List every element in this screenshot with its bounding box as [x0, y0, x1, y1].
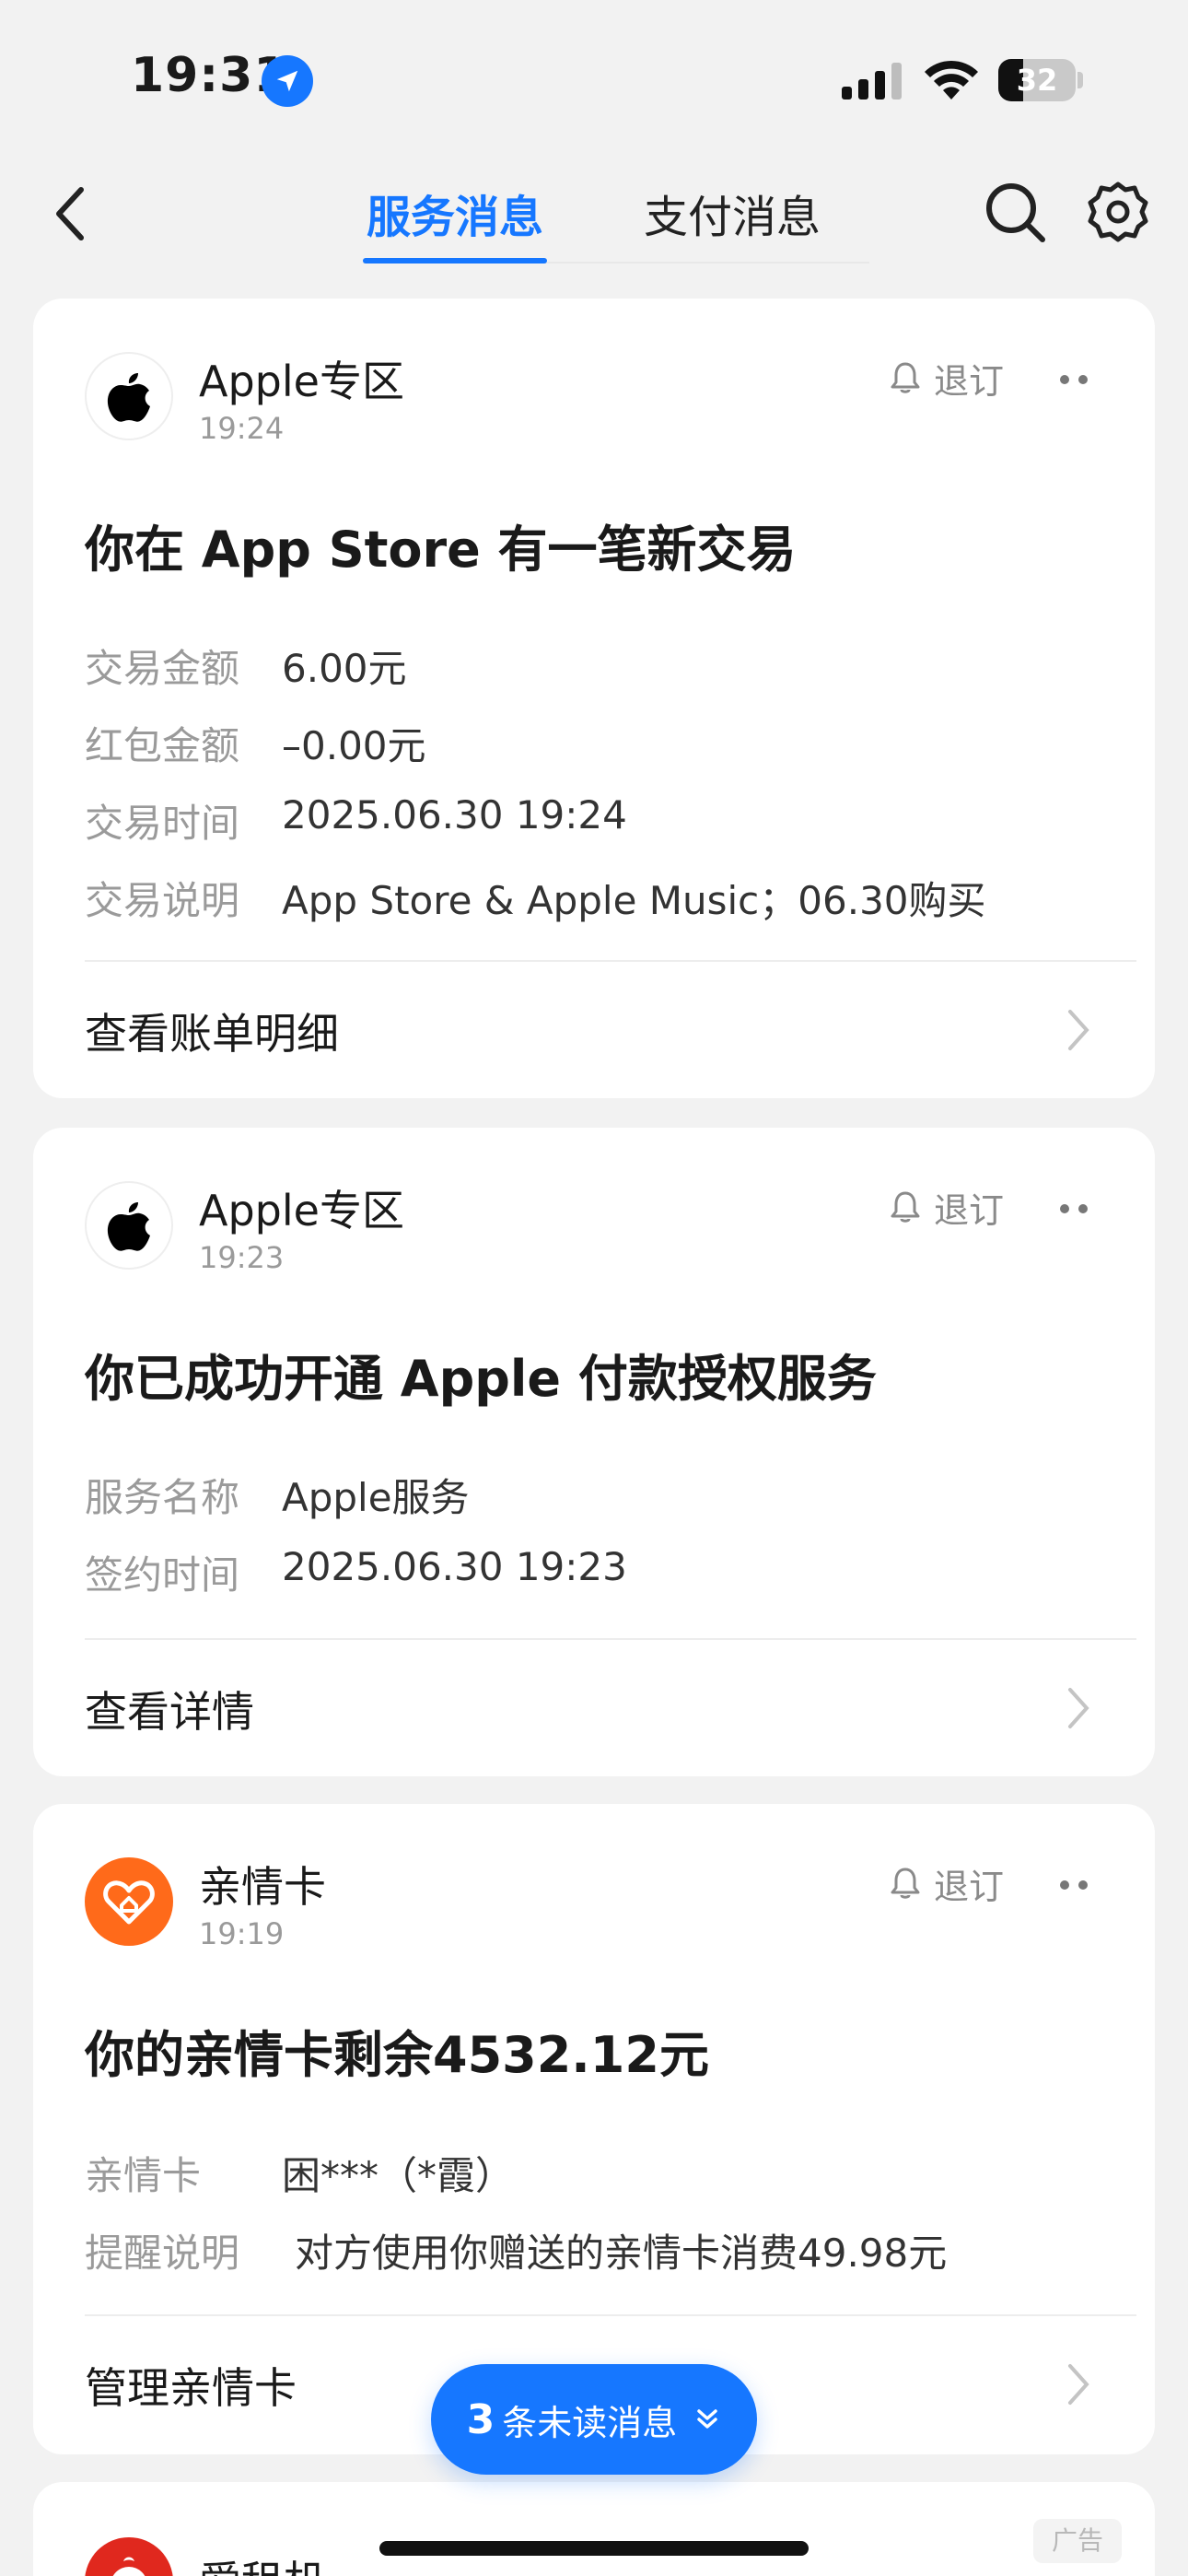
tab-active-indicator	[363, 258, 547, 263]
view-bill-details-link[interactable]: 查看账单明细	[85, 1001, 339, 1061]
detail-value: App Store & Apple Music；06.30购买	[282, 878, 986, 923]
detail-label: 交易时间	[85, 801, 240, 846]
manage-family-card-link[interactable]: 管理亲情卡	[85, 2355, 297, 2416]
source-name: 亲情卡	[199, 1862, 326, 1912]
detail-row: 服务名称 Apple服务	[85, 1467, 470, 1523]
unsubscribe-button[interactable]: 退订	[890, 350, 1004, 405]
message-card[interactable]: Apple专区 19:23 退订 你已成功开通 Apple 付款授权服务 服务名…	[33, 1128, 1155, 1776]
battery-icon: 32	[998, 59, 1083, 101]
detail-value: 困***（*霞）	[282, 2153, 515, 2198]
detail-row: 红包金额 –0.00元	[85, 715, 426, 771]
detail-row: 亲情卡 困***（*霞）	[85, 2145, 514, 2201]
detail-value: 2025.06.30 19:24	[282, 792, 627, 837]
unread-label: 条未读消息	[502, 2402, 678, 2443]
chevron-right-icon	[1068, 1688, 1089, 1728]
message-time: 19:24	[199, 411, 285, 446]
detail-label: 交易金额	[85, 646, 240, 691]
detail-value: 对方使用你赠送的亲情卡消费49.98元	[295, 2231, 948, 2276]
unsubscribe-label: 退订	[934, 1866, 1005, 1907]
apple-logo-icon	[85, 352, 173, 440]
family-card-heart-icon	[85, 1857, 173, 1946]
detail-row: 交易说明 App Store & Apple Music；06.30购买	[85, 870, 986, 926]
divider	[85, 2314, 1136, 2316]
unread-messages-button[interactable]: 3 条未读消息	[431, 2364, 757, 2475]
detail-label: 红包金额	[85, 723, 240, 768]
battery-level: 32	[1016, 63, 1058, 98]
view-details-link[interactable]: 查看详情	[85, 1679, 254, 1739]
detail-row: 签约时间 2025.06.30 19:23	[85, 1544, 627, 1600]
message-title: 你已成功开通 Apple 付款授权服务	[85, 1350, 877, 1408]
unsubscribe-label: 退订	[934, 360, 1005, 402]
bell-icon	[891, 1191, 920, 1223]
status-bar: 19:31 32	[0, 0, 1188, 157]
ad-badge[interactable]: 广告	[1033, 2519, 1122, 2563]
rental-mascot-icon	[85, 2537, 173, 2576]
location-arrow-icon	[262, 55, 313, 107]
unsubscribe-label: 退订	[934, 1189, 1005, 1231]
bell-icon	[891, 1868, 920, 1899]
signal-icon	[842, 63, 902, 100]
tab-service-messages[interactable]: 服务消息	[363, 181, 547, 254]
search-icon	[986, 183, 1045, 242]
apple-logo-icon	[85, 1181, 173, 1270]
message-time: 19:19	[199, 1916, 285, 1951]
wifi-icon	[925, 60, 978, 100]
unsubscribe-button[interactable]: 退订	[890, 1856, 1004, 1911]
detail-value: Apple服务	[282, 1475, 470, 1520]
home-indicator[interactable]	[379, 2541, 809, 2556]
detail-label: 服务名称	[85, 1475, 240, 1520]
tab-payment-messages[interactable]: 支付消息	[635, 181, 829, 254]
back-button[interactable]	[37, 177, 111, 251]
bell-icon	[891, 362, 920, 393]
search-button[interactable]	[980, 177, 1050, 247]
detail-value: 6.00元	[282, 646, 407, 691]
detail-label: 交易说明	[85, 878, 240, 923]
message-title: 你的亲情卡剩余4532.12元	[85, 2026, 709, 2084]
message-card[interactable]: Apple专区 19:24 退订 你在 App Store 有一笔新交易 交易金…	[33, 299, 1155, 1098]
divider	[85, 1638, 1136, 1640]
double-chevron-down-icon	[697, 2409, 718, 2429]
message-title: 你在 App Store 有一笔新交易	[85, 521, 797, 579]
chevron-right-icon	[1068, 1010, 1089, 1050]
detail-value: –0.00元	[282, 723, 426, 768]
more-dots-icon[interactable]	[1048, 361, 1100, 398]
source-name: Apple专区	[199, 357, 404, 406]
detail-label: 签约时间	[85, 1552, 240, 1598]
detail-row: 交易金额 6.00元	[85, 638, 407, 694]
unsubscribe-button[interactable]: 退订	[890, 1179, 1004, 1235]
source-name: Apple专区	[199, 1186, 404, 1235]
detail-row: 提醒说明 对方使用你赠送的亲情卡消费49.98元	[85, 2222, 947, 2278]
message-time: 19:23	[199, 1240, 285, 1275]
divider	[85, 960, 1136, 962]
nav-bar: 服务消息 支付消息	[0, 157, 1188, 276]
unread-count: 3	[466, 2395, 495, 2443]
back-arrow-icon	[56, 187, 84, 240]
more-dots-icon[interactable]	[1048, 1867, 1100, 1903]
detail-row: 交易时间 2025.06.30 19:24	[85, 792, 627, 849]
detail-label: 提醒说明	[85, 2231, 240, 2276]
detail-label: 亲情卡	[85, 2153, 202, 2198]
chevron-right-icon	[1068, 2364, 1089, 2405]
settings-button[interactable]	[1083, 177, 1153, 247]
detail-value: 2025.06.30 19:23	[282, 1544, 627, 1589]
gear-icon	[1088, 181, 1148, 242]
message-card[interactable]: 爱租机 广告	[33, 2482, 1155, 2576]
more-dots-icon[interactable]	[1048, 1190, 1100, 1227]
source-name: 爱租机	[199, 2548, 326, 2576]
message-card[interactable]: 亲情卡 19:19 退订 你的亲情卡剩余4532.12元 亲情卡 困***（*霞）…	[33, 1804, 1155, 2454]
